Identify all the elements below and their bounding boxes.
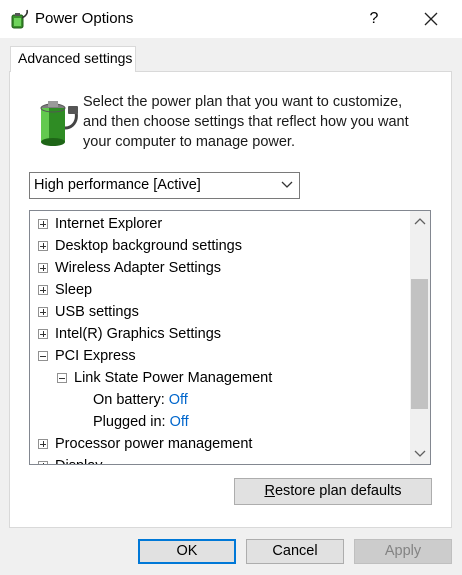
title-bar: Power Options ? [0, 0, 462, 38]
ok-button[interactable]: OK [138, 539, 236, 564]
power-plan-select[interactable]: High performance [Active] [29, 172, 300, 199]
expand-plus-icon[interactable] [38, 439, 48, 449]
tree-item-intel-graphics[interactable]: Intel(R) Graphics Settings [30, 323, 410, 345]
close-icon[interactable] [418, 6, 444, 32]
restore-plan-defaults-button[interactable]: Restore plan defaults [234, 478, 432, 505]
on-battery-value[interactable]: Off [169, 392, 188, 408]
scroll-down-icon[interactable] [410, 444, 430, 462]
tab-advanced-settings[interactable]: Advanced settings [10, 46, 136, 72]
help-icon[interactable]: ? [362, 8, 386, 30]
power-options-icon [11, 9, 29, 29]
tree-item-pci-express[interactable]: PCI Express [30, 345, 410, 367]
plugged-in-value[interactable]: Off [170, 414, 189, 430]
expand-plus-icon[interactable] [38, 263, 48, 273]
collapse-minus-icon[interactable] [38, 351, 48, 361]
power-plan-select-value: High performance [Active] [34, 177, 201, 193]
tree-item-sleep[interactable]: Sleep [30, 279, 410, 301]
tree-item-plugged-in[interactable]: Plugged in: Off [30, 411, 410, 433]
tree-item-link-state-power[interactable]: Link State Power Management [30, 367, 410, 389]
expand-plus-icon[interactable] [38, 329, 48, 339]
scrollbar-thumb[interactable] [411, 279, 428, 409]
plan-description: Select the power plan that you want to c… [83, 94, 409, 150]
tree-scrollbar[interactable] [410, 211, 430, 464]
expand-plus-icon[interactable] [38, 307, 48, 317]
settings-tree-list: Internet Explorer Desktop background set… [30, 213, 410, 464]
expand-plus-icon[interactable] [38, 461, 48, 464]
apply-button[interactable]: Apply [354, 539, 452, 564]
expand-plus-icon[interactable] [38, 241, 48, 251]
tree-item-processor-power[interactable]: Processor power management [30, 433, 410, 455]
settings-tree[interactable]: Internet Explorer Desktop background set… [29, 210, 431, 465]
plugged-in-label: Plugged in: [93, 414, 166, 430]
tree-item-on-battery[interactable]: On battery: Off [30, 389, 410, 411]
cancel-button[interactable]: Cancel [246, 539, 344, 564]
tree-item-wireless-adapter[interactable]: Wireless Adapter Settings [30, 257, 410, 279]
tree-item-internet-explorer[interactable]: Internet Explorer [30, 213, 410, 235]
advanced-settings-panel: Select the power plan that you want to c… [9, 71, 452, 528]
tree-item-display[interactable]: Display [30, 455, 410, 464]
chevron-down-icon [281, 181, 293, 188]
collapse-minus-icon[interactable] [57, 373, 67, 383]
expand-plus-icon[interactable] [38, 285, 48, 295]
scroll-up-icon[interactable] [410, 213, 430, 231]
tree-item-desktop-background[interactable]: Desktop background settings [30, 235, 410, 257]
battery-plug-icon [40, 101, 78, 146]
window-title: Power Options [35, 10, 134, 27]
expand-plus-icon[interactable] [38, 219, 48, 229]
tree-item-usb-settings[interactable]: USB settings [30, 301, 410, 323]
on-battery-label: On battery: [93, 392, 165, 408]
